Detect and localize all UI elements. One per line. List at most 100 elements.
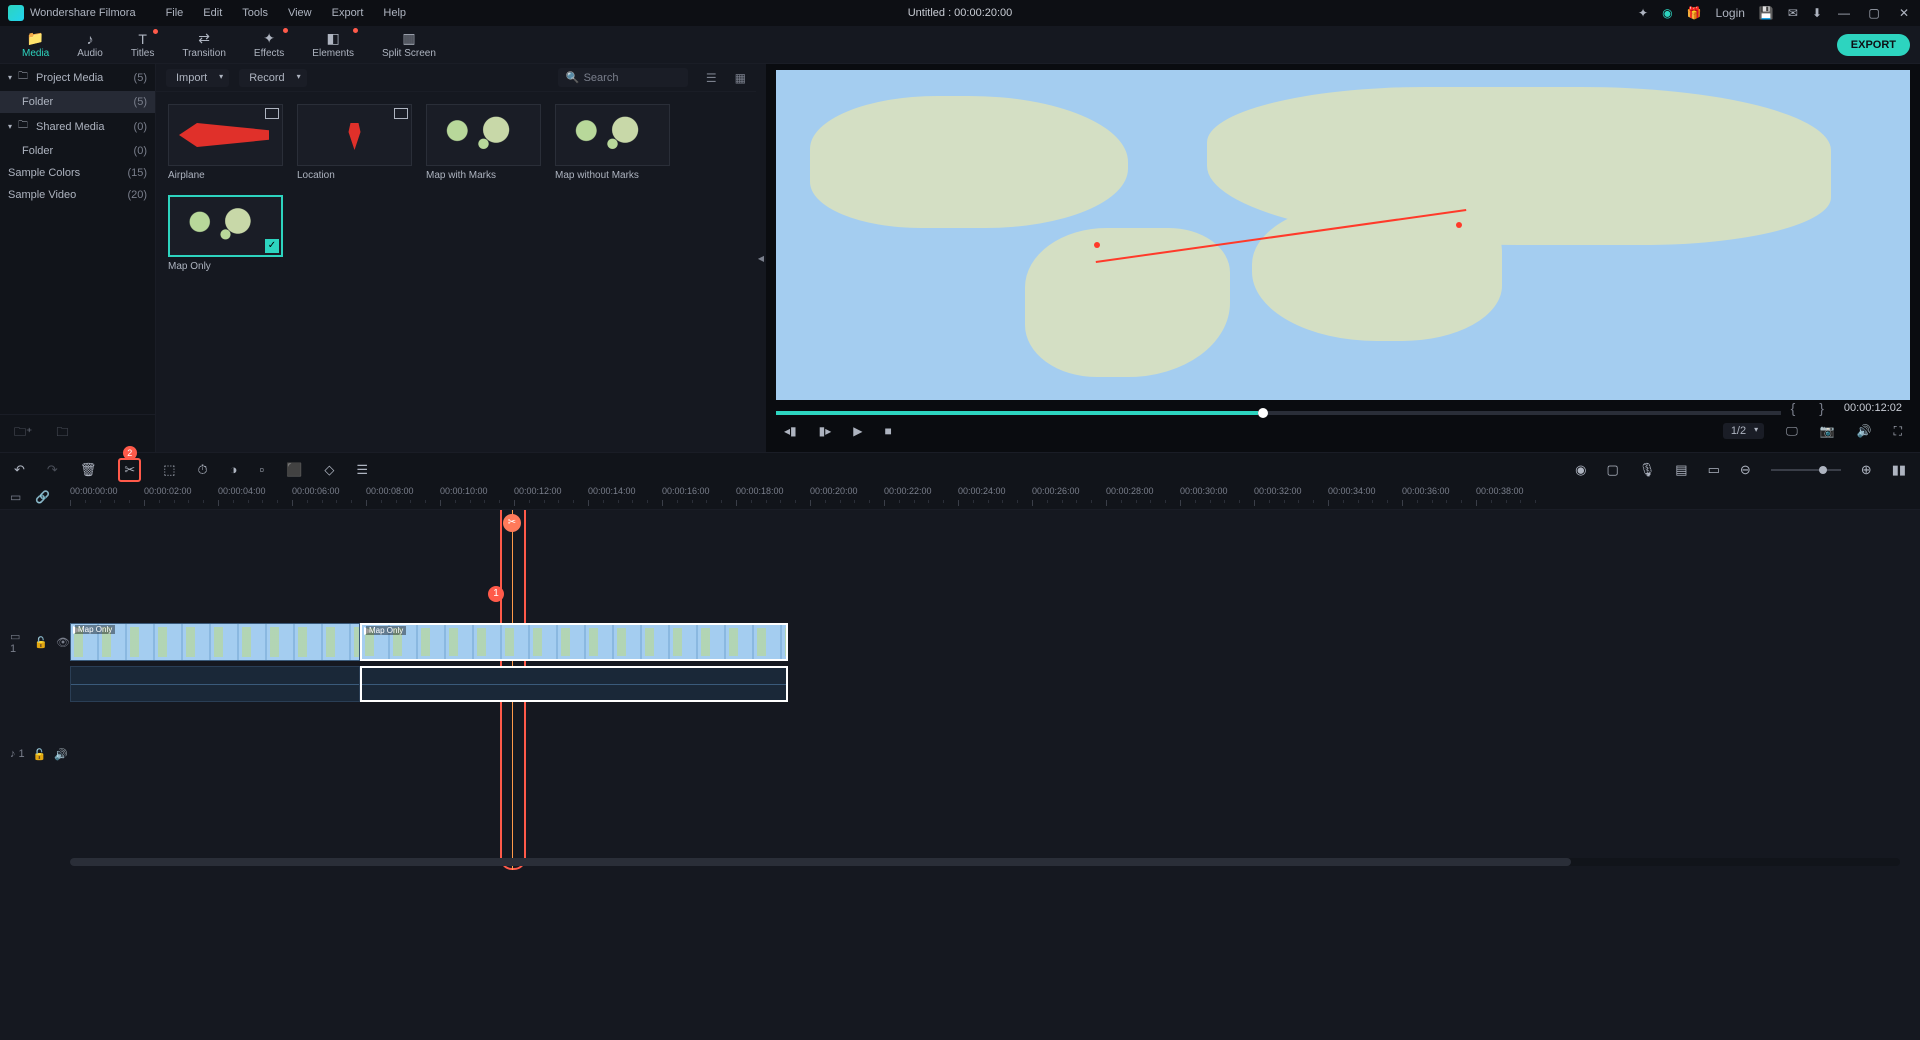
play-icon[interactable]: ▶	[853, 424, 862, 438]
preview-video[interactable]	[776, 70, 1910, 400]
playhead-scissors-icon[interactable]: ✂	[503, 514, 521, 532]
lock-icon[interactable]: 🔓	[34, 636, 48, 649]
link-icon[interactable]: 🔗	[35, 490, 50, 504]
zoom-out-icon[interactable]: ⊖	[1740, 462, 1751, 478]
preview-progress[interactable]	[776, 411, 1781, 415]
color-icon[interactable]: ◑	[230, 462, 238, 477]
export-button[interactable]: EXPORT	[1837, 34, 1910, 56]
sidebar-item-shared-folder[interactable]: Folder(0)	[0, 140, 155, 162]
message-icon[interactable]: ✉	[1788, 6, 1798, 20]
redo-icon[interactable]: ↷	[47, 462, 58, 478]
zoom-slider[interactable]	[1771, 469, 1841, 471]
mixer-icon[interactable]: ◉	[1575, 462, 1586, 478]
tab-media[interactable]: 📁Media	[8, 28, 63, 61]
volume-icon[interactable]: 🔊	[1857, 424, 1872, 438]
preview-scale-dropdown[interactable]: 1/2	[1723, 423, 1764, 439]
mute-icon[interactable]: 🔊	[54, 748, 68, 761]
marker-brackets[interactable]: { }	[1791, 400, 1834, 416]
audio-track[interactable]: ♪ 1🔓🔊	[0, 732, 1920, 776]
tab-audio[interactable]: ♪Audio	[63, 29, 117, 61]
clip-1[interactable]: Map Only	[70, 623, 360, 661]
collapse-handle[interactable]: ◀	[756, 64, 766, 452]
zoom-fit-icon[interactable]: ▮▮	[1892, 462, 1906, 478]
preview-quality-icon[interactable]: 🖵	[1786, 424, 1798, 439]
sidebar-item-folder[interactable]: Folder(5)	[0, 91, 155, 113]
sidebar-item-sample-colors[interactable]: Sample Colors(15)	[0, 162, 155, 184]
zoom-in-icon[interactable]: ⊕	[1861, 462, 1872, 478]
undo-icon[interactable]: ↶	[14, 462, 25, 478]
prev-frame-icon[interactable]: ◂▮	[784, 424, 797, 438]
maximize-button[interactable]: ▢	[1866, 6, 1882, 20]
snapshot-icon[interactable]: 📷	[1820, 424, 1835, 438]
new-folder-icon[interactable]: 🗀⁺	[14, 423, 32, 444]
clip-2[interactable]: Map Only	[360, 623, 788, 661]
menu-view[interactable]: View	[278, 7, 322, 19]
media-item-map-marks[interactable]: Map with Marks	[426, 104, 541, 181]
import-dropdown[interactable]: Import	[166, 69, 229, 87]
next-frame-icon[interactable]: ▮▸	[819, 424, 832, 438]
ruler-tick: 00:00:22:00	[884, 486, 932, 496]
record-dropdown[interactable]: Record	[239, 69, 306, 87]
minimize-button[interactable]: —	[1836, 6, 1852, 20]
menu-export[interactable]: Export	[322, 7, 374, 19]
scissors-icon: ✂	[124, 462, 135, 477]
close-button[interactable]: ✕	[1896, 6, 1912, 20]
menu-tools[interactable]: Tools	[232, 7, 278, 19]
marker-icon[interactable]: ▢	[1606, 462, 1618, 478]
menu-help[interactable]: Help	[373, 7, 416, 19]
crop-icon[interactable]: ⬚	[163, 462, 175, 478]
menu-edit[interactable]: Edit	[193, 7, 232, 19]
tab-titles[interactable]: TTitles	[117, 29, 169, 61]
video-audio-track[interactable]	[0, 664, 1920, 704]
menu-file[interactable]: File	[156, 7, 194, 19]
gift-icon[interactable]: 🎁	[1687, 6, 1702, 20]
sidebar-item-project-media[interactable]: ▾🗀Project Media(5)	[0, 64, 155, 91]
media-item-location[interactable]: Location	[297, 104, 412, 181]
title-bar: Wondershare Filmora File Edit Tools View…	[0, 0, 1920, 26]
audio-mixer-icon[interactable]: ▤	[1675, 462, 1687, 478]
open-folder-icon[interactable]: 🗀	[56, 423, 68, 444]
delete-icon[interactable]: 🗑	[80, 462, 97, 478]
app-name: Wondershare Filmora	[30, 7, 136, 19]
timeline-ruler[interactable]: ▭ 🔗 00:00:00:00 00:00:02:00 00:00:04:00 00:0…	[0, 486, 1920, 510]
adjust-icon[interactable]: ☰	[356, 462, 368, 478]
download-icon[interactable]: ⬇	[1812, 6, 1822, 20]
ruler-tick: 00:00:04:00	[218, 486, 266, 496]
grid-view-icon[interactable]: ▦	[735, 71, 746, 85]
sidebar-item-shared-media[interactable]: ▾🗀Shared Media(0)	[0, 113, 155, 140]
project-sidebar: ▾🗀Project Media(5) Folder(5) ▾🗀Shared Me…	[0, 64, 156, 452]
login-button[interactable]: Login	[1716, 6, 1745, 20]
tab-split-screen[interactable]: ▥Split Screen	[368, 28, 450, 61]
media-item-map-no-marks[interactable]: Map without Marks	[555, 104, 670, 181]
timeline-scrollbar[interactable]	[70, 858, 1900, 866]
media-item-airplane[interactable]: Airplane	[168, 104, 283, 181]
render-icon[interactable]: ⬛	[286, 462, 302, 478]
ruler-tick: 00:00:00:00	[70, 486, 118, 496]
search-input[interactable]: 🔍Search	[558, 68, 688, 87]
support-icon[interactable]: ◉	[1662, 6, 1672, 20]
green-screen-icon[interactable]: ▫	[260, 462, 265, 477]
speed-icon[interactable]: ⏱	[198, 462, 208, 478]
tab-elements[interactable]: ◧Elements	[298, 28, 368, 61]
tab-transition[interactable]: ⇄Transition	[168, 28, 240, 61]
stop-icon[interactable]: ■	[885, 424, 892, 438]
app-logo-icon	[8, 5, 24, 21]
tab-effects[interactable]: ✦Effects	[240, 28, 298, 61]
fullscreen-icon[interactable]: ⛶	[1894, 424, 1902, 439]
sidebar-item-sample-video[interactable]: Sample Video(20)	[0, 184, 155, 206]
timeline[interactable]: ✂ 1 ▭ 1🔓👁 Map Only Map Only ♪ 1🔓🔊	[0, 510, 1920, 870]
split-button[interactable]: 2✂	[118, 458, 141, 482]
sync-icon[interactable]: ▭	[10, 490, 21, 504]
annotation-badge-1: 1	[488, 586, 504, 602]
tips-icon[interactable]: ✦	[1638, 6, 1648, 20]
video-track[interactable]: ▭ 1🔓👁 Map Only Map Only	[0, 620, 1920, 664]
ruler-tick: 00:00:16:00	[662, 486, 710, 496]
filter-icon[interactable]: ☰	[706, 71, 717, 85]
media-item-map-only[interactable]: ✓Map Only	[168, 195, 283, 272]
lock-icon[interactable]: 🔓	[33, 748, 47, 761]
save-icon[interactable]: 💾	[1759, 6, 1774, 20]
keyframe-icon[interactable]: ◇	[324, 462, 334, 478]
eye-icon[interactable]: 👁	[56, 636, 70, 649]
track-size-icon[interactable]: ▭	[1708, 462, 1720, 478]
ruler-tick: 00:00:02:00	[144, 486, 192, 496]
